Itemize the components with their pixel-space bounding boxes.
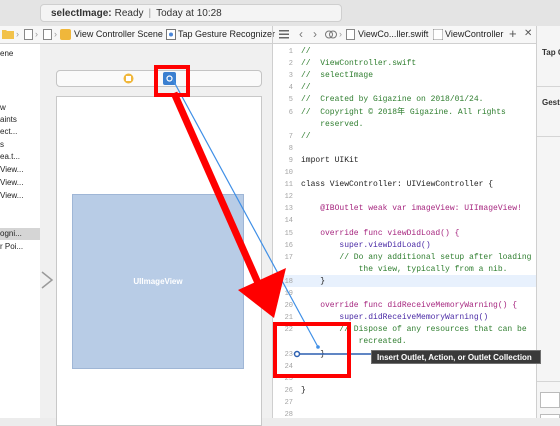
annotation-box-target [273, 322, 351, 378]
connection-line [172, 79, 319, 348]
annotation-arrow-shaft [170, 91, 262, 285]
insert-connection-tooltip: Insert Outlet, Action, or Outlet Collect… [371, 350, 541, 364]
annotation-arrow-head [238, 268, 286, 318]
annotation-box-source [154, 65, 190, 97]
